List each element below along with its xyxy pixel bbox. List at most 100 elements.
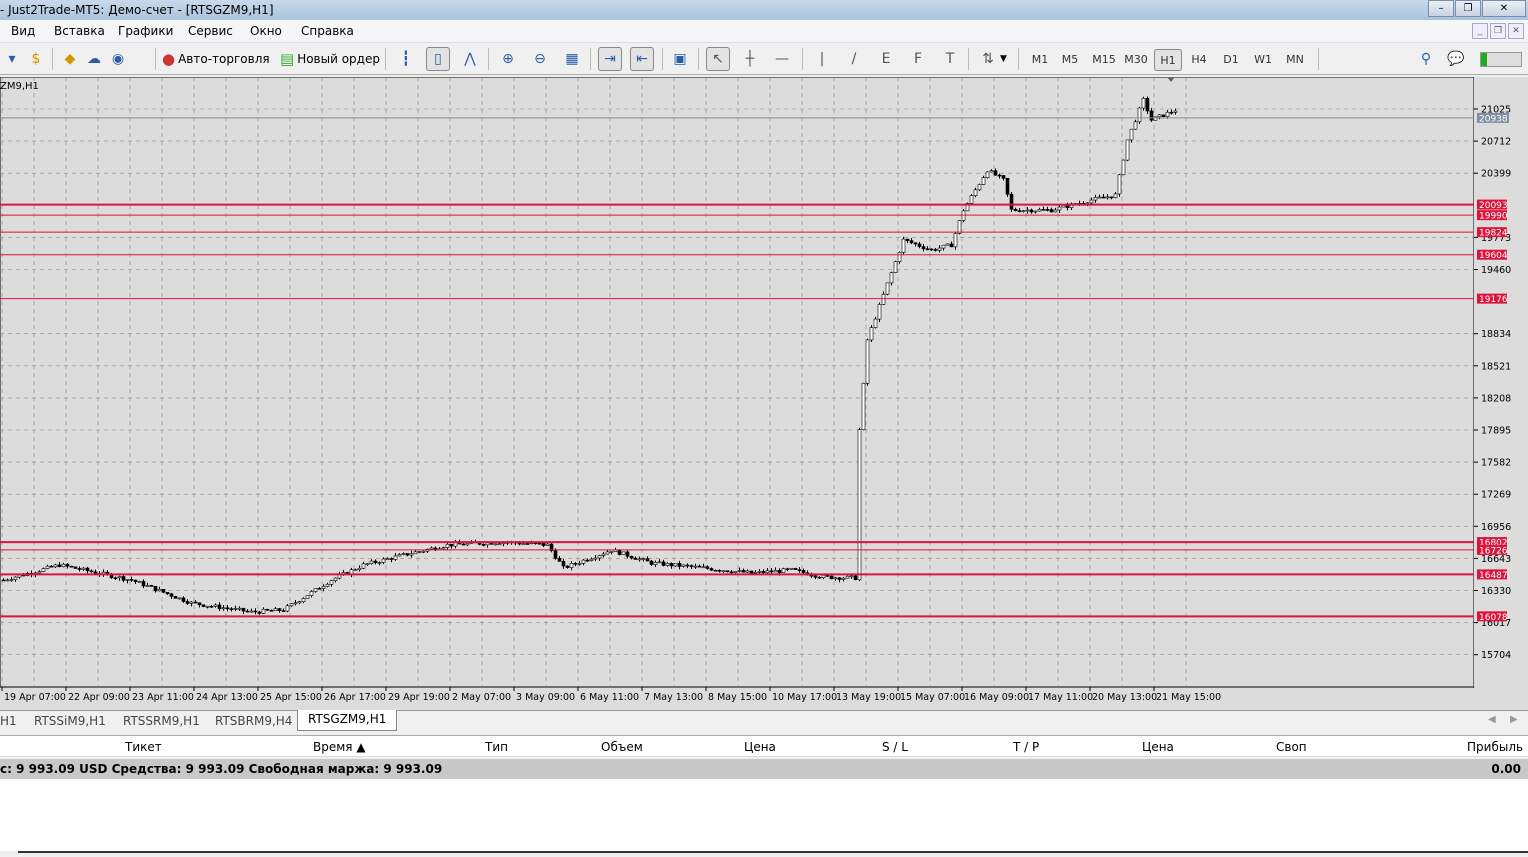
tab-h1[interactable]: H1 <box>0 714 17 728</box>
level-price-label: 16078 <box>1479 613 1508 623</box>
tf-mn[interactable]: MN <box>1281 49 1309 71</box>
tf-m1[interactable]: M1 <box>1026 49 1054 71</box>
restore-button[interactable]: ❐ <box>1455 0 1481 17</box>
menu-view[interactable]: Вид <box>11 24 35 38</box>
tab-rtsgzm9[interactable]: RTSGZM9,H1 <box>297 710 398 731</box>
tf-d1[interactable]: D1 <box>1217 49 1245 71</box>
account-icon[interactable]: $ <box>24 47 48 71</box>
chart-shift-icon[interactable]: ⇤ <box>630 47 654 71</box>
price-label: 20399 <box>1481 169 1511 180</box>
crosshair-icon[interactable]: ┼ <box>738 47 762 71</box>
candle-body <box>781 568 786 573</box>
candle-body <box>81 567 86 570</box>
candle-body <box>165 591 170 595</box>
col-ticket[interactable]: Тикет <box>125 740 162 754</box>
auto-trading-button[interactable]: ● Авто-торговля <box>162 47 270 71</box>
menu-charts[interactable]: Графики <box>118 24 173 38</box>
zoom-out-icon[interactable]: ⊖ <box>528 47 552 71</box>
menu-tools[interactable]: Сервис <box>188 24 233 38</box>
candle-body <box>161 589 166 593</box>
tf-m5[interactable]: M5 <box>1056 49 1084 71</box>
vertical-line-icon[interactable]: | <box>810 47 834 71</box>
time-label: 21 May 15:00 <box>1156 692 1221 703</box>
candle-body <box>1029 209 1034 213</box>
line-chart-icon[interactable]: ⋀ <box>458 47 482 71</box>
elliott-icon[interactable]: E <box>874 47 898 71</box>
candle-body <box>1149 110 1154 121</box>
candle-body <box>753 571 758 574</box>
col-sl[interactable]: S / L <box>882 740 908 754</box>
col-volume[interactable]: Объем <box>601 740 643 754</box>
candle-body <box>213 604 218 607</box>
candle-body <box>893 261 898 273</box>
chat-icon[interactable]: 💬 <box>1444 47 1468 71</box>
candle-body <box>1061 205 1066 208</box>
connection-indicator <box>1480 52 1522 67</box>
candle-body <box>257 611 262 614</box>
text-icon[interactable]: T <box>938 47 962 71</box>
mdi-close-button[interactable]: ✕ <box>1508 23 1524 39</box>
col-current-price[interactable]: Цена <box>1142 740 1174 754</box>
tab-scroll-left-icon[interactable]: ◀ <box>1488 714 1496 725</box>
col-time[interactable]: Время ▲ <box>313 740 366 754</box>
candle-body <box>617 549 622 555</box>
shapes-dropdown-icon[interactable]: ▼ <box>1000 54 1007 64</box>
col-tp[interactable]: T / P <box>1013 740 1039 754</box>
fibonacci-icon[interactable]: F <box>906 47 930 71</box>
signals-icon[interactable]: ◉ <box>106 47 130 71</box>
minimize-button[interactable]: – <box>1428 0 1454 17</box>
time-label: 22 Apr 09:00 <box>68 692 130 703</box>
tf-m15[interactable]: M15 <box>1089 49 1119 71</box>
candle-body <box>1101 196 1106 199</box>
autoscroll-icon[interactable]: ⇥ <box>598 47 622 71</box>
mdi-restore-button[interactable]: ❐ <box>1490 23 1506 39</box>
shapes-icon[interactable]: ⇅ <box>976 47 1000 71</box>
candle-body <box>449 543 454 547</box>
tf-m30[interactable]: M30 <box>1121 49 1151 71</box>
level-price-label: 20093 <box>1479 201 1508 211</box>
col-swap[interactable]: Своп <box>1276 740 1307 754</box>
cursor-icon[interactable]: ↖ <box>706 47 730 71</box>
tf-w1[interactable]: W1 <box>1249 49 1277 71</box>
menu-help[interactable]: Справка <box>301 24 354 38</box>
candle-body <box>853 575 858 581</box>
menu-window[interactable]: Окно <box>250 24 282 38</box>
candlestick-icon[interactable]: ▯ <box>426 47 450 71</box>
zoom-in-icon[interactable]: ⊕ <box>496 47 520 71</box>
horizontal-line-icon[interactable]: — <box>770 47 794 71</box>
tf-h4[interactable]: H4 <box>1185 49 1213 71</box>
candle-body <box>1 579 6 582</box>
new-order-button[interactable]: ▤ Новый ордер <box>280 47 380 71</box>
tf-h1[interactable]: H1 <box>1154 49 1182 71</box>
candle-body <box>1045 209 1050 211</box>
template-icon[interactable]: ▣ <box>668 47 692 71</box>
col-price[interactable]: Цена <box>744 740 776 754</box>
menu-insert[interactable]: Вставка <box>54 24 105 38</box>
candle-body <box>573 562 578 565</box>
bar-chart-icon[interactable]: ┇ <box>394 47 418 71</box>
tab-scroll-right-icon[interactable]: ▶ <box>1510 714 1518 725</box>
tab-rtsbrm9[interactable]: RTSBRM9,H4 <box>215 714 292 728</box>
chart-canvas[interactable]: 19 Apr 07:00 22 Apr 09:00 23 Apr 11:00 24 A… <box>0 77 1528 710</box>
close-button[interactable]: ✕ <box>1482 0 1526 17</box>
cloud-icon[interactable]: ☁ <box>82 47 106 71</box>
price-chart[interactable]: 19 Apr 07:00 22 Apr 09:00 23 Apr 11:00 24 A… <box>0 77 1528 710</box>
candle-body <box>885 282 890 295</box>
dropdown-icon[interactable]: ▾ <box>0 47 24 71</box>
candle-body <box>605 551 610 555</box>
market-icon[interactable]: ◆ <box>58 47 82 71</box>
tab-rtssim9[interactable]: RTSSiM9,H1 <box>34 714 106 728</box>
time-label: 13 May 19:00 <box>836 692 901 703</box>
mdi-minimize-button[interactable]: _ <box>1472 23 1488 39</box>
col-type[interactable]: Тип <box>485 740 508 754</box>
candle-body <box>125 579 130 581</box>
candle-body <box>969 195 974 204</box>
col-profit[interactable]: Прибыль <box>1467 740 1523 754</box>
search-icon[interactable]: ⚲ <box>1414 47 1438 71</box>
candle-body <box>1129 128 1134 141</box>
candle-body <box>633 557 638 560</box>
tab-rtssrm9[interactable]: RTSSRM9,H1 <box>123 714 200 728</box>
tile-icon[interactable]: ▦ <box>560 47 584 71</box>
account-balance-text: с: 9 993.09 USD Средства: 9 993.09 Свобо… <box>0 762 443 776</box>
trendline-icon[interactable]: / <box>842 47 866 71</box>
